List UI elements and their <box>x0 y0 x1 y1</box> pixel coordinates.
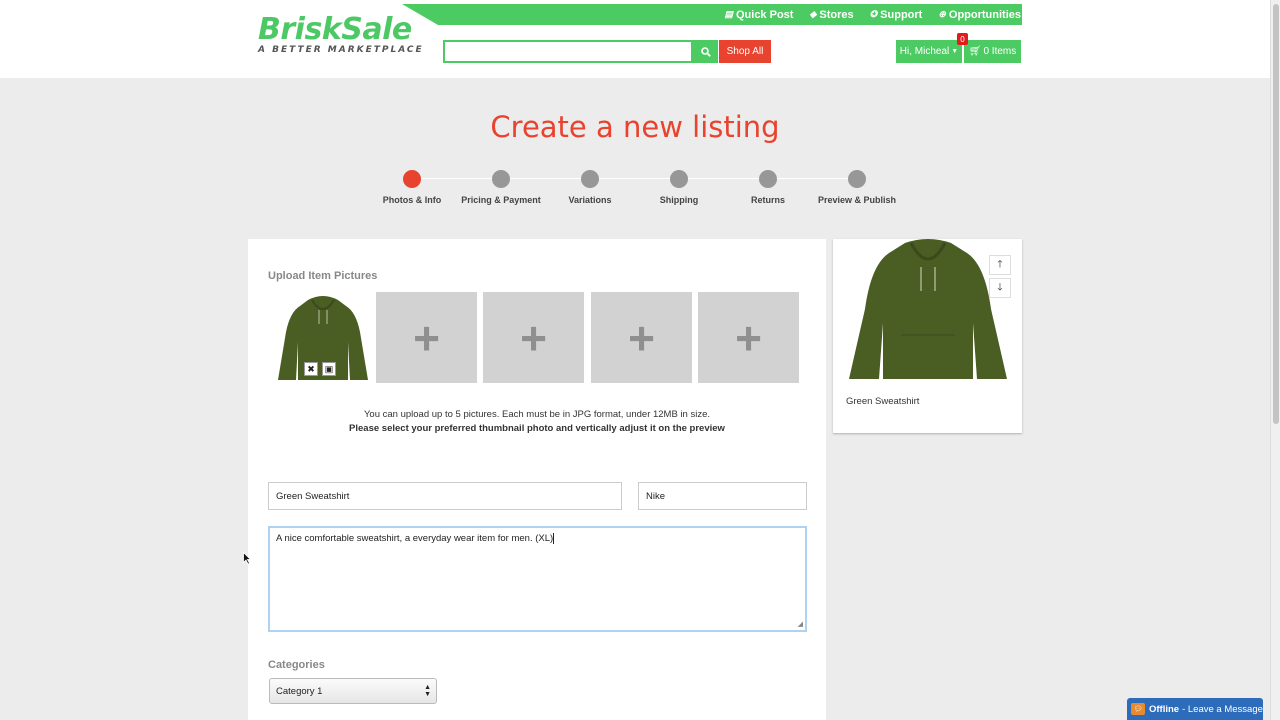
step-preview-publish[interactable]: Preview & Publish <box>802 170 912 205</box>
resize-grip-icon[interactable]: ◢ <box>798 620 803 628</box>
remove-photo-icon[interactable]: ✖ <box>304 362 318 376</box>
move-up-button[interactable]: 🡑 <box>989 255 1011 275</box>
upload-pictures-label: Upload Item Pictures <box>268 270 378 282</box>
mouse-pointer-icon <box>243 552 251 565</box>
list-icon: ▤ <box>724 9 733 19</box>
upload-instructions: You can upload up to 5 pictures. Each mu… <box>363 409 711 420</box>
plus-icon: + <box>628 311 655 364</box>
user-menu-label: Hi, Micheal <box>899 46 950 57</box>
text-cursor <box>553 533 555 544</box>
brand-field[interactable]: Nike <box>638 482 807 510</box>
chat-status: Offline <box>1149 703 1180 715</box>
cart-icon: 🛒︎ <box>968 46 982 57</box>
step-dot-active <box>403 170 421 188</box>
category-select[interactable]: Category 1 ▲ ▼ <box>269 678 437 704</box>
circle-plus-icon: ⊕ <box>938 9 946 19</box>
upload-slot[interactable]: + <box>483 292 584 383</box>
plus-icon: + <box>735 311 762 364</box>
plus-icon: + <box>520 311 547 364</box>
description-text: A nice comfortable sweatshirt, a everyda… <box>276 533 554 545</box>
move-down-button[interactable]: 🡓 <box>989 278 1011 298</box>
tag-icon: ◆ <box>809 9 817 19</box>
search-input[interactable] <box>443 40 693 63</box>
chat-message: - Leave a Message <box>1182 703 1263 715</box>
logo-wordmark: BriskSale <box>258 12 412 47</box>
step-label: Preview & Publish <box>817 195 897 205</box>
cart-count-badge: 0 <box>957 33 968 45</box>
page-scrollbar[interactable] <box>1270 0 1280 720</box>
top-links: ▤ Quick Post ◆ Stores ✪ Support ⊕ Opportunit… <box>724 4 1021 25</box>
quick-post-link[interactable]: ▤ Quick Post <box>724 9 793 21</box>
category-selected-value: Category 1 <box>276 685 323 697</box>
thumbnail-actions: ✖ ▣ <box>304 362 336 376</box>
caret-down-icon: ▼ <box>951 48 959 55</box>
stores-link[interactable]: ◆ Stores <box>809 9 853 21</box>
support-icon: ✪ <box>869 9 878 19</box>
user-menu-button[interactable]: Hi, Micheal ▼ <box>896 40 962 63</box>
listing-form-card: Upload Item Pictures ✖ ▣ + + + + You can… <box>248 239 826 720</box>
hoodie-preview-image <box>849 239 1007 379</box>
search-button[interactable] <box>693 40 718 63</box>
preview-image <box>845 239 1011 381</box>
cart-button[interactable]: 🛒︎ 0 Items <box>964 40 1021 63</box>
step-dot <box>670 170 688 188</box>
preview-item-name: Green Sweatshirt <box>846 396 920 407</box>
arrow-down-icon: 🡓 <box>997 281 1003 293</box>
listing-preview-card: 🡑 🡓 Green Sweatshirt <box>833 239 1022 433</box>
page-title: Create a new listing <box>490 110 780 144</box>
chat-widget[interactable]: 💬︎ Offline - Leave a Message <box>1127 698 1263 720</box>
plus-icon: + <box>413 311 440 364</box>
image-icon[interactable]: ▣ <box>322 362 336 376</box>
upload-slot[interactable]: + <box>376 292 477 383</box>
scrollbar-thumb[interactable] <box>1273 4 1279 424</box>
upload-slot[interactable]: + <box>591 292 692 383</box>
step-dot <box>848 170 866 188</box>
step-dot <box>492 170 510 188</box>
chat-bubble-icon: 💬︎ <box>1131 703 1145 715</box>
title-field[interactable]: Green Sweatshirt <box>268 482 622 510</box>
step-dot <box>759 170 777 188</box>
site-logo[interactable]: BriskSale A BETTER MARKETPLACE <box>258 12 424 56</box>
select-arrows-icon: ▲ ▼ <box>424 684 431 698</box>
site-header: BriskSale A BETTER MARKETPLACE ▤ Quick Po… <box>0 0 1270 78</box>
support-link[interactable]: ✪ Support <box>870 9 923 21</box>
thumbnail-instructions: Please select your preferred thumbnail p… <box>349 423 725 434</box>
arrow-up-icon: 🡑 <box>997 258 1003 270</box>
cart-label: 0 Items <box>983 46 1017 57</box>
search-icon <box>700 46 711 57</box>
shop-all-button[interactable]: Shop All <box>719 40 771 63</box>
step-dot <box>581 170 599 188</box>
upload-slot[interactable]: + <box>698 292 799 383</box>
description-textarea[interactable]: A nice comfortable sweatshirt, a everyda… <box>268 526 807 632</box>
logo-tagline: A BETTER MARKETPLACE <box>258 45 424 55</box>
opportunities-link[interactable]: ⊕ Opportunities <box>938 9 1021 21</box>
categories-label: Categories <box>268 659 325 671</box>
